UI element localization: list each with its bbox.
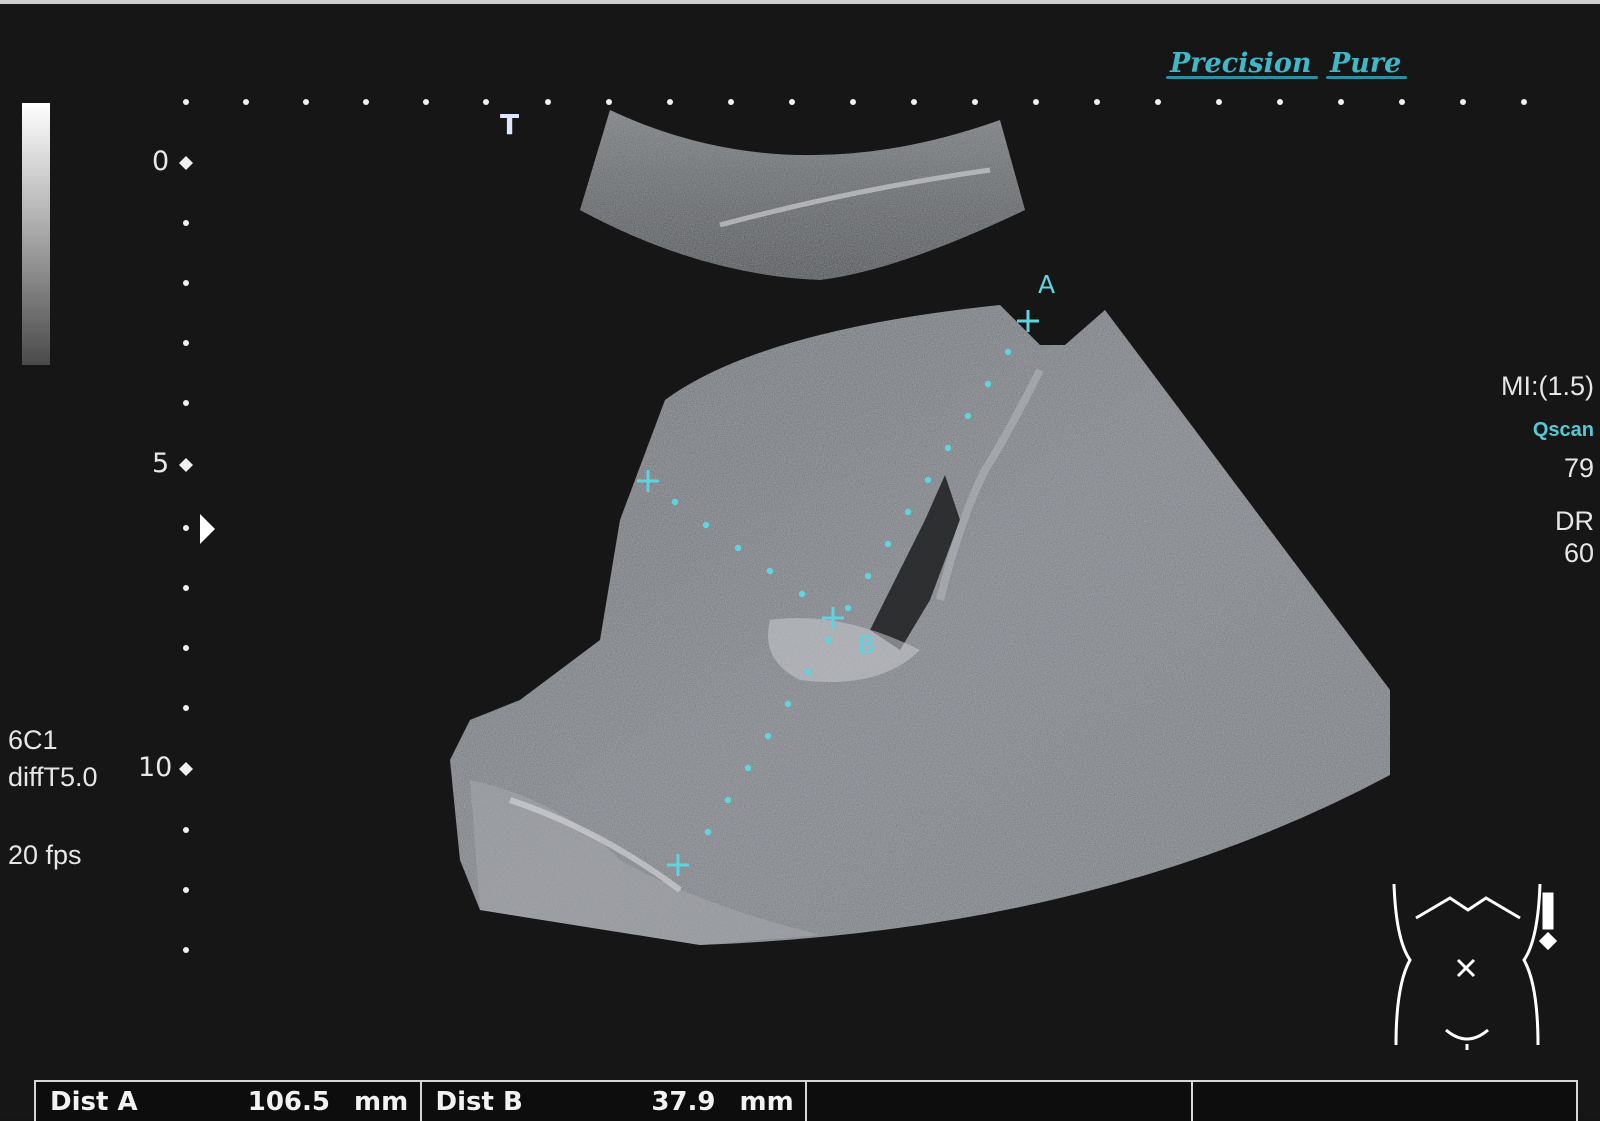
measurement-cell-dist-b: Dist B 37.9 mm — [422, 1082, 807, 1121]
frame-rate-label: 20 fps — [8, 840, 82, 870]
transducer-orientation-marker: T — [500, 108, 520, 141]
preset-label: diffT5.0 — [8, 762, 98, 792]
caliper-a-label: A — [1038, 270, 1056, 299]
qscan-label: Qscan — [1532, 419, 1594, 441]
measurement-key: Dist B — [435, 1086, 523, 1117]
mechanical-index-label: MI:(1.5) — [1500, 371, 1594, 401]
lateral-dot-ruler — [183, 99, 1527, 105]
measurement-results-bar: Dist A 106.5 mm Dist B 37.9 mm — [34, 1080, 1578, 1121]
dynamic-range-label: DR — [1555, 506, 1594, 536]
caliper-b-label: B — [858, 630, 876, 659]
depth-label-5: 5 — [152, 448, 170, 479]
depth-label-10: 10 — [138, 752, 173, 783]
measurement-cell-empty — [807, 1082, 1193, 1121]
abdominal-wall-region — [580, 110, 1025, 280]
measurement-value: 37.9 — [651, 1086, 716, 1117]
abdomen-body-marker-icon — [1392, 883, 1558, 1050]
measurement-unit: mm — [354, 1086, 409, 1117]
probe-label: 6C1 — [8, 725, 58, 755]
focus-position-marker[interactable] — [200, 514, 215, 544]
depth-label-0: 0 — [152, 146, 170, 177]
measurement-unit: mm — [739, 1086, 794, 1117]
measurement-key: Dist A — [50, 1086, 138, 1117]
depth-dot-ruler — [179, 156, 193, 953]
measurement-value: 106.5 — [247, 1086, 330, 1117]
measurement-cell-dist-a: Dist A 106.5 mm — [36, 1082, 422, 1121]
dynamic-range-value: 60 — [1563, 538, 1594, 568]
ultrasound-image — [179, 99, 1558, 1050]
measurement-cell-empty — [1193, 1082, 1577, 1121]
qscan-value: 79 — [1563, 453, 1594, 483]
